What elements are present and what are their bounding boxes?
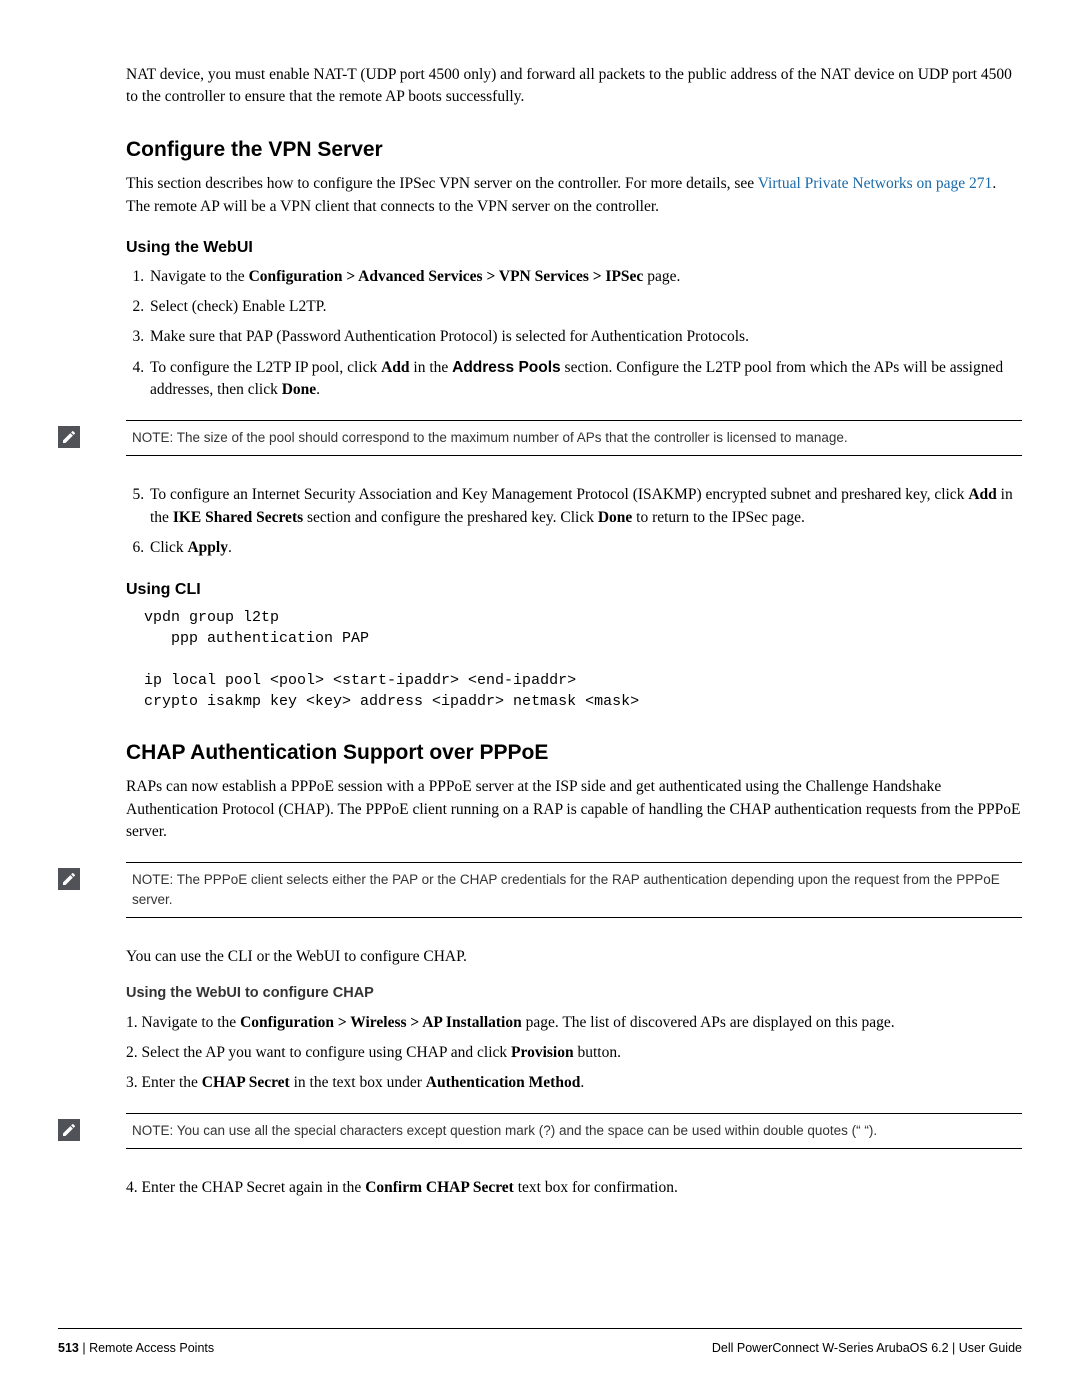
pencil-icon	[58, 426, 80, 448]
section-heading-chap: CHAP Authentication Support over PPPoE	[126, 738, 1022, 768]
footer-sep: |	[79, 1341, 89, 1355]
step-3: Make sure that PAP (Password Authenticat…	[148, 326, 1022, 348]
step-4-b1: Add	[381, 359, 409, 376]
heading-using-webui: Using the WebUI	[126, 236, 1022, 259]
sec2-para1: RAPs can now establish a PPPoE session w…	[126, 776, 1022, 843]
footer-left-text: Remote Access Points	[89, 1341, 214, 1355]
note-text-3: NOTE: You can use all the special charac…	[126, 1113, 1022, 1149]
step-1-pre: Navigate to the	[150, 268, 249, 285]
step-6-pre: Click	[150, 539, 187, 556]
chap-step-2: 2. Select the AP you want to configure u…	[126, 1042, 1022, 1064]
pencil-icon	[58, 868, 80, 890]
pencil-icon	[58, 1119, 80, 1141]
step-5-b3: Done	[598, 509, 632, 526]
sec1-paragraph: This section describes how to configure …	[126, 173, 1022, 218]
heading-using-cli: Using CLI	[126, 578, 1022, 601]
chap-s3-mid: in the text box under	[290, 1074, 426, 1091]
step-6: Click Apply.	[148, 537, 1022, 559]
footer-right: Dell PowerConnect W-Series ArubaOS 6.2 |…	[712, 1339, 1022, 1357]
sec1-para-pre: This section describes how to configure …	[126, 175, 758, 192]
chap-s3-b1: CHAP Secret	[202, 1074, 290, 1091]
chap-s1-post: page. The list of discovered APs are dis…	[522, 1014, 895, 1031]
step-6-post: .	[228, 539, 232, 556]
intro-paragraph: NAT device, you must enable NAT-T (UDP p…	[126, 64, 1022, 109]
step-4-post: .	[316, 381, 320, 398]
step-2: Select (check) Enable L2TP.	[148, 296, 1022, 318]
step-4-sans: Address Pools	[452, 359, 561, 376]
step-5-mid2: section and configure the preshared key.…	[303, 509, 598, 526]
chap-s3-b2: Authentication Method	[426, 1074, 581, 1091]
chap-s4-post: text box for confirmation.	[514, 1179, 678, 1196]
chap-s2-bold: Provision	[511, 1044, 574, 1061]
page-footer: 513 | Remote Access Points Dell PowerCon…	[58, 1328, 1022, 1357]
chap-s3-post: .	[580, 1074, 584, 1091]
note-text-1: NOTE: The size of the pool should corres…	[126, 420, 1022, 456]
steps-list-a: Navigate to the Configuration > Advanced…	[126, 266, 1022, 402]
steps-list-b: To configure an Internet Security Associ…	[126, 484, 1022, 559]
chap-step-3: 3. Enter the CHAP Secret in the text box…	[126, 1072, 1022, 1094]
step-5-b1: Add	[968, 486, 996, 503]
heading-webui-chap: Using the WebUI to configure CHAP	[126, 983, 1022, 1004]
step-6-b: Apply	[187, 539, 228, 556]
step-5-b2: IKE Shared Secrets	[173, 509, 303, 526]
step-4-mid1: in the	[410, 359, 453, 376]
section-heading-configure-vpn: Configure the VPN Server	[126, 135, 1022, 165]
chap-step-1: 1. Navigate to the Configuration > Wirel…	[126, 1012, 1022, 1034]
chap-s1-bold: Configuration > Wireless > AP Installati…	[240, 1014, 522, 1031]
cli-code-block: vpdn group l2tp ppp authentication PAP i…	[144, 607, 1022, 712]
link-vpn-networks[interactable]: Virtual Private Networks on page 271	[758, 175, 993, 192]
chap-s3-pre: 3. Enter the	[126, 1074, 202, 1091]
step-5-mid3: to return to the IPSec page.	[632, 509, 805, 526]
chap-s2-post: button.	[574, 1044, 621, 1061]
chap-step-4: 4. Enter the CHAP Secret again in the Co…	[126, 1177, 1022, 1199]
chap-s4-pre: 4. Enter the CHAP Secret again in the	[126, 1179, 365, 1196]
note-block-1: NOTE: The size of the pool should corres…	[126, 420, 1022, 456]
note-block-3: NOTE: You can use all the special charac…	[126, 1113, 1022, 1149]
step-1: Navigate to the Configuration > Advanced…	[148, 266, 1022, 288]
note-block-2: NOTE: The PPPoE client selects either th…	[126, 862, 1022, 919]
step-4-pre: To configure the L2TP IP pool, click	[150, 359, 381, 376]
page-number: 513	[58, 1341, 79, 1355]
chap-s1-pre: 1. Navigate to the	[126, 1014, 240, 1031]
chap-s4-bold: Confirm CHAP Secret	[365, 1179, 514, 1196]
note-text-2: NOTE: The PPPoE client selects either th…	[126, 862, 1022, 919]
step-5: To configure an Internet Security Associ…	[148, 484, 1022, 529]
step-1-post: page.	[643, 268, 680, 285]
step-4: To configure the L2TP IP pool, click Add…	[148, 357, 1022, 402]
step-5-pre: To configure an Internet Security Associ…	[150, 486, 968, 503]
step-4-b2: Done	[282, 381, 316, 398]
chap-s2-pre: 2. Select the AP you want to configure u…	[126, 1044, 511, 1061]
step-1-bold: Configuration > Advanced Services > VPN …	[249, 268, 644, 285]
sec2-para2: You can use the CLI or the WebUI to conf…	[126, 946, 1022, 968]
footer-left: 513 | Remote Access Points	[58, 1339, 214, 1357]
